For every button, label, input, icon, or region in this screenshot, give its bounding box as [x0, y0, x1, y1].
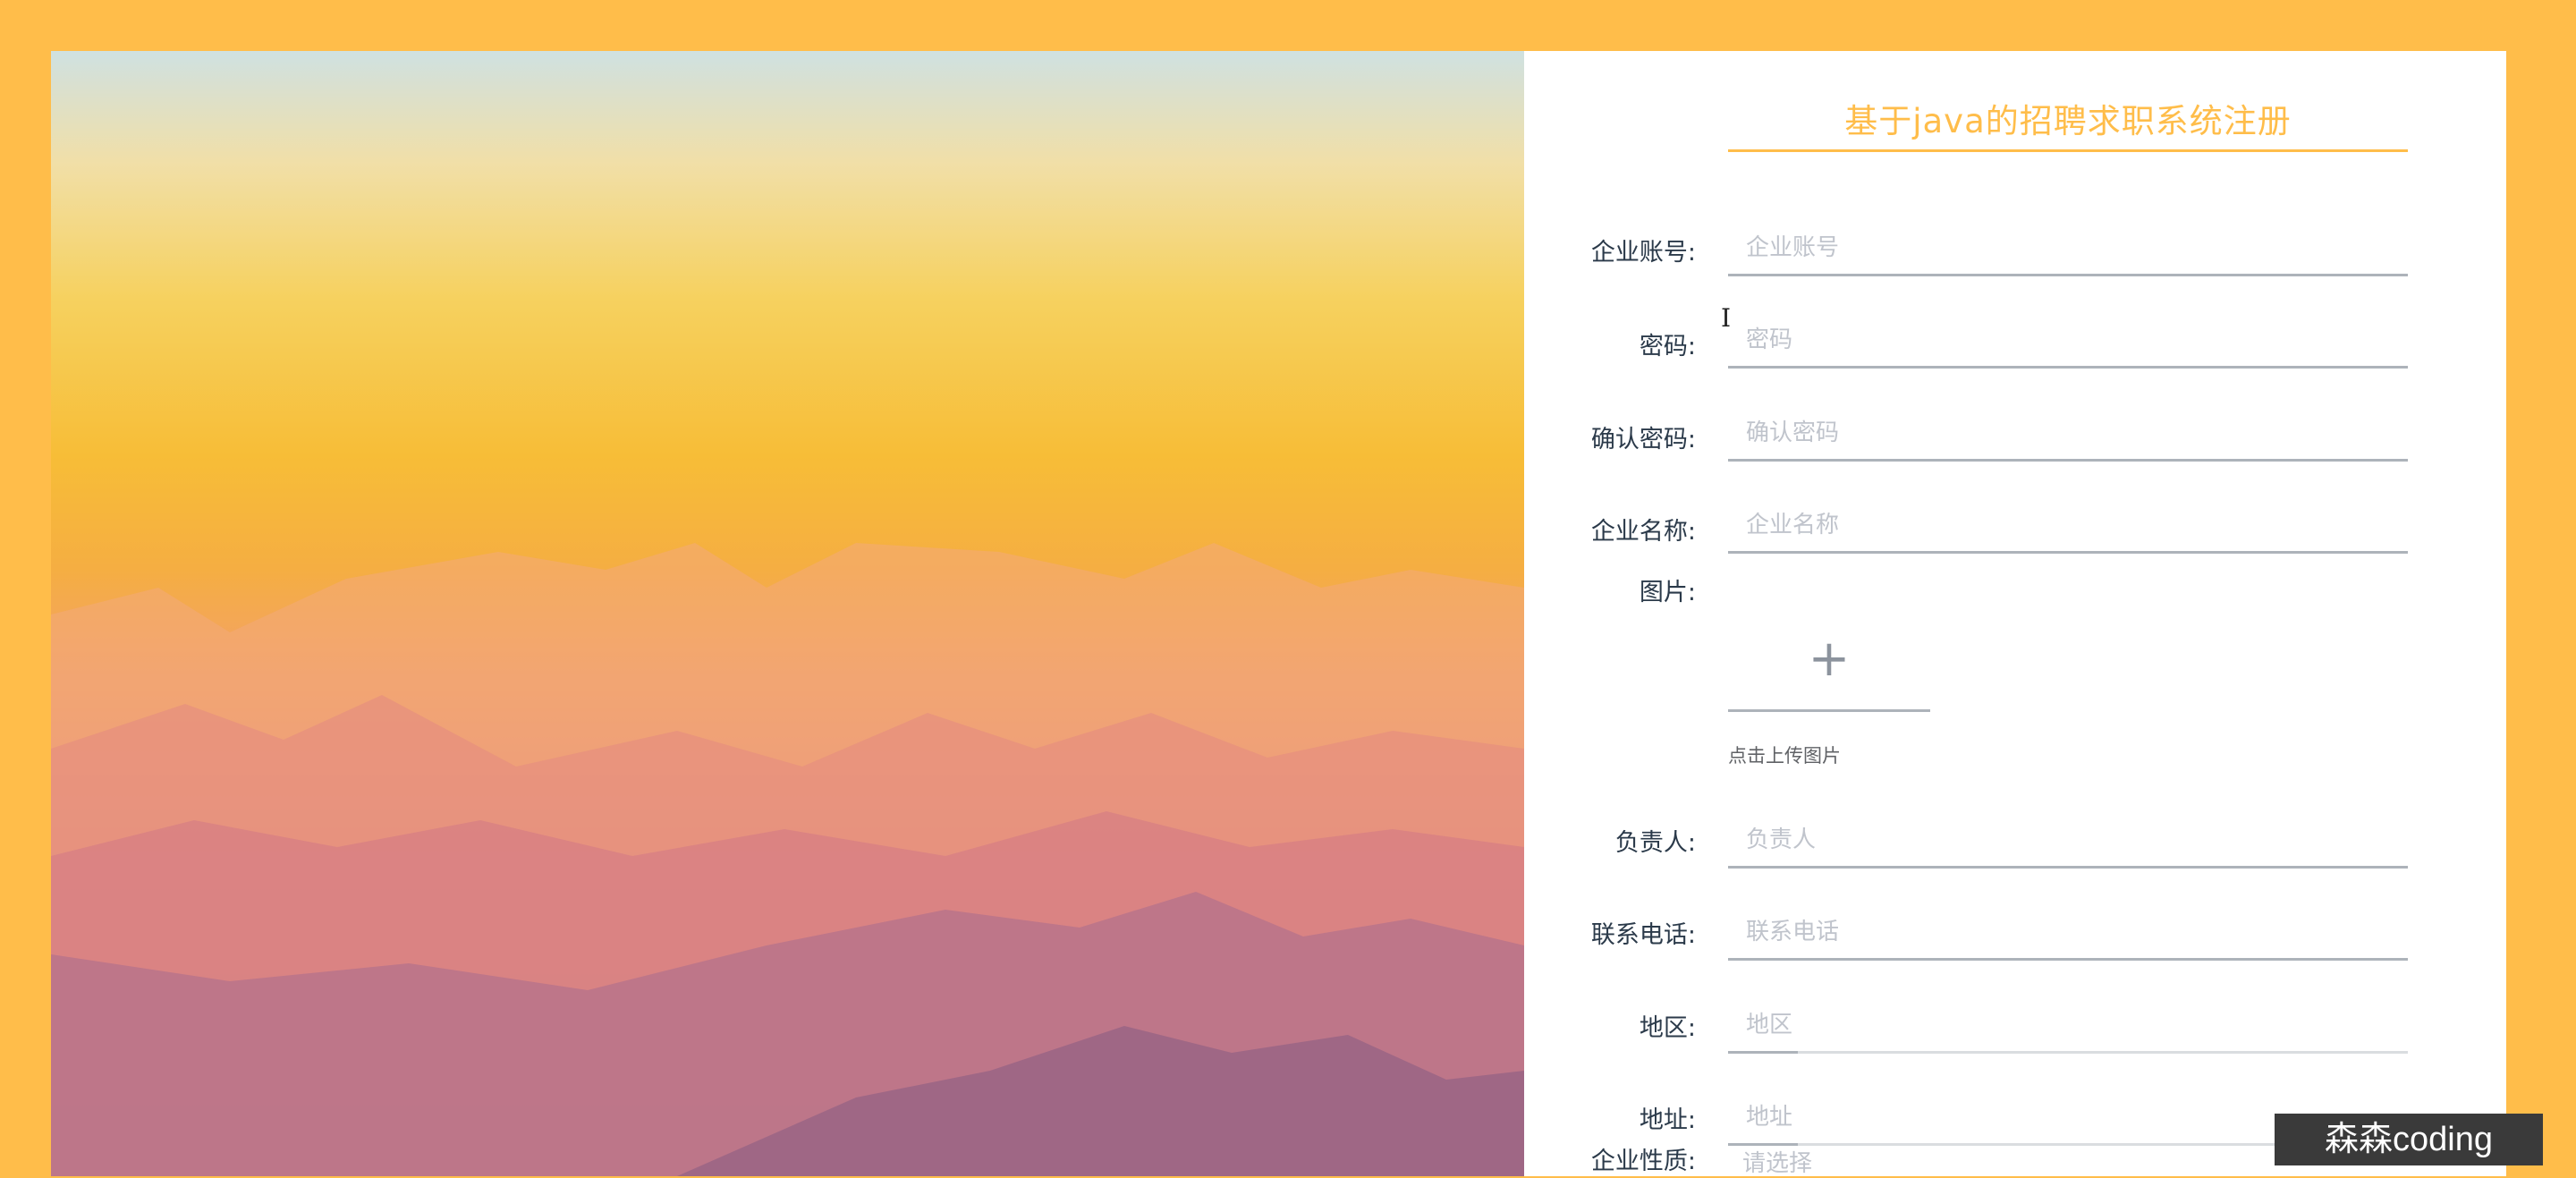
region-label: 地区: [1639, 1014, 1696, 1042]
confirm-password-label: 确认密码: [1590, 426, 1696, 453]
password-label: 密码: [1639, 333, 1696, 360]
text-cursor-icon: I [1721, 303, 1732, 333]
image-upload-button[interactable]: + [1728, 588, 1930, 712]
mountain-illustration [51, 543, 1524, 1176]
phone-label: 联系电话: [1590, 921, 1696, 949]
principal-input[interactable] [1728, 813, 2408, 869]
confirm-password-input[interactable] [1728, 406, 2408, 462]
phone-input[interactable] [1728, 905, 2408, 961]
principal-label: 负责人: [1614, 829, 1696, 857]
company-nature-select[interactable]: 请选择 [1742, 1145, 1812, 1178]
image-label: 图片: [1639, 579, 1696, 606]
company-name-input[interactable] [1728, 498, 2408, 554]
page-scrollbar[interactable] [2553, 0, 2565, 1176]
upload-hint: 点击上传图片 [1728, 745, 1841, 767]
company-nature-label: 企业性质: [1590, 1148, 1696, 1175]
watermark: 森森coding [2275, 1114, 2543, 1165]
company-name-label: 企业名称: [1590, 518, 1696, 546]
field-principal: 负责人: [1524, 813, 2506, 911]
form-title: 基于java的招聘求职系统注册 [1844, 102, 2292, 140]
title-underline [1728, 149, 2408, 152]
account-label: 企业账号: [1590, 239, 1696, 267]
field-account: 企业账号: [1524, 221, 2506, 319]
field-password: 密码: [1524, 313, 2506, 411]
account-input[interactable] [1728, 221, 2408, 276]
address-label: 地址: [1639, 1106, 1696, 1134]
password-input[interactable] [1728, 313, 2408, 369]
field-confirm-password: 确认密码: [1524, 406, 2506, 504]
plus-icon: + [1808, 630, 1851, 688]
hero-image [51, 51, 1524, 1176]
